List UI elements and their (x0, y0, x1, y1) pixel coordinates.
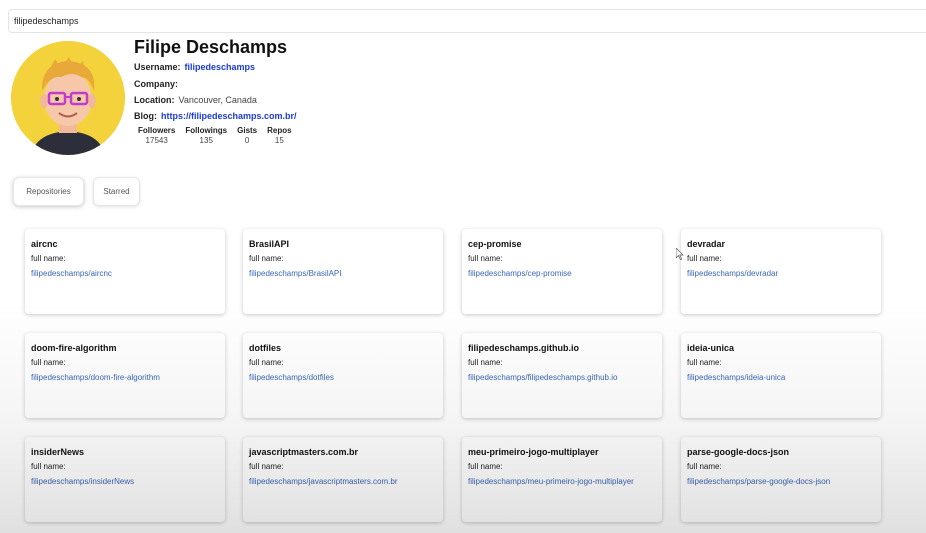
blog-label: Blog: (134, 111, 157, 121)
stat-gists: Gists 0 (237, 126, 257, 146)
repo-name: aircnc (31, 239, 58, 249)
repo-card[interactable]: insiderNews full name: filipedeschamps/i… (25, 437, 225, 522)
repo-fullname-label: full name: (31, 358, 66, 367)
repo-card[interactable]: devradar full name: filipedeschamps/devr… (681, 229, 881, 314)
tab-repositories[interactable]: Repositories (13, 177, 84, 206)
repo-link[interactable]: filipedeschamps/parse-google-docs-json (687, 477, 857, 487)
company-row: Company: (134, 79, 182, 89)
repo-fullname-label: full name: (468, 358, 503, 367)
repo-fullname-label: full name: (249, 462, 284, 471)
repo-name: BrasilAPI (249, 239, 290, 249)
stat-label: Gists (237, 126, 258, 135)
stat-value: 135 (199, 136, 213, 145)
repo-link[interactable]: filipedeschamps/filipedeschamps.github.i… (468, 373, 638, 383)
repo-card[interactable]: filipedeschamps.github.io full name: fil… (462, 333, 662, 418)
username-row: Username: filipedeschamps (134, 62, 255, 72)
stat-label: Followings (185, 126, 228, 135)
repo-name: devradar (687, 239, 726, 249)
location-value: Vancouver, Canada (178, 95, 257, 105)
stat-followers: Followers 17543 (138, 126, 175, 146)
stat-value: 15 (274, 136, 284, 145)
blog-row: Blog: https://filipedeschamps.com.br/ (134, 111, 297, 121)
profile-name: Filipe Deschamps (134, 37, 288, 57)
repo-fullname-label: full name: (687, 254, 722, 263)
username-link[interactable]: filipedeschamps (185, 62, 256, 72)
avatar (11, 41, 125, 155)
blog-link[interactable]: https://filipedeschamps.com.br/ (161, 111, 297, 121)
repo-link[interactable]: filipedeschamps/aircnc (31, 269, 201, 279)
repo-link[interactable]: filipedeschamps/doom-fire-algorithm (31, 373, 201, 383)
repo-link[interactable]: filipedeschamps/ideia-unica (687, 373, 857, 383)
repo-card[interactable]: parse-google-docs-json full name: filipe… (681, 437, 881, 522)
repo-fullname-label: full name: (468, 462, 503, 471)
repo-card[interactable]: cep-promise full name: filipedeschamps/c… (462, 229, 662, 314)
repo-fullname-label: full name: (31, 462, 66, 471)
stat-value: 0 (244, 136, 250, 145)
repo-name: dotfiles (249, 343, 282, 353)
repo-link[interactable]: filipedeschamps/cep-promise (468, 269, 638, 279)
search-input[interactable] (14, 14, 414, 28)
mouse-cursor-icon (676, 248, 684, 260)
repo-fullname-label: full name: (249, 254, 284, 263)
repo-name: cep-promise (468, 239, 522, 249)
profile-stats: Followers 17543 Followings 135 Gists 0 R… (138, 126, 292, 146)
location-label: Location: (134, 95, 175, 105)
stat-repos: Repos 15 (267, 126, 291, 146)
repo-name: javascriptmasters.com.br (249, 447, 359, 457)
repo-link[interactable]: filipedeschamps/meu-primeiro-jogo-multip… (468, 477, 638, 487)
company-label: Company: (134, 79, 179, 89)
repo-name: doom-fire-algorithm (31, 343, 117, 353)
repo-link[interactable]: filipedeschamps/javascriptmasters.com.br (249, 477, 419, 487)
repo-card[interactable]: doom-fire-algorithm full name: filipedes… (25, 333, 225, 418)
repo-link[interactable]: filipedeschamps/insiderNews (31, 477, 201, 487)
repo-card[interactable]: BrasilAPI full name: filipedeschamps/Bra… (243, 229, 443, 314)
repo-name: filipedeschamps.github.io (468, 343, 580, 353)
stat-label: Followers (138, 126, 176, 135)
repo-fullname-label: full name: (31, 254, 66, 263)
repo-link[interactable]: filipedeschamps/dotfiles (249, 373, 419, 383)
repo-card[interactable]: meu-primeiro-jogo-multiplayer full name:… (462, 437, 662, 522)
repo-card[interactable]: javascriptmasters.com.br full name: fili… (243, 437, 443, 522)
repo-card[interactable]: dotfiles full name: filipedeschamps/dotf… (243, 333, 443, 418)
location-row: Location: Vancouver, Canada (134, 95, 257, 105)
repo-fullname-label: full name: (687, 462, 722, 471)
repo-fullname-label: full name: (468, 254, 503, 263)
stat-label: Repos (267, 126, 292, 135)
repo-name: insiderNews (31, 447, 85, 457)
repo-fullname-label: full name: (249, 358, 284, 367)
repo-card[interactable]: ideia-unica full name: filipedeschamps/i… (681, 333, 881, 418)
repo-name: parse-google-docs-json (687, 447, 790, 457)
stat-followings: Followings 135 (185, 126, 227, 146)
search-bar (8, 9, 926, 33)
repo-link[interactable]: filipedeschamps/BrasilAPI (249, 269, 419, 279)
repo-fullname-label: full name: (687, 358, 722, 367)
stat-value: 17543 (145, 136, 168, 145)
repo-name: ideia-unica (687, 343, 735, 353)
tab-starred[interactable]: Starred (93, 177, 140, 206)
repo-name: meu-primeiro-jogo-multiplayer (468, 447, 599, 457)
username-label: Username: (134, 62, 181, 72)
repo-link[interactable]: filipedeschamps/devradar (687, 269, 857, 279)
avatar-illustration (11, 41, 125, 155)
repo-card[interactable]: aircnc full name: filipedeschamps/aircnc (25, 229, 225, 314)
